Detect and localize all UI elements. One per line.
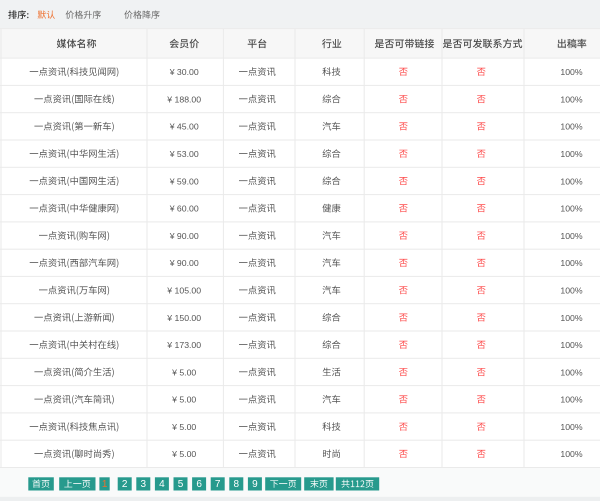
svg-text:100%: 100% <box>560 204 582 214</box>
svg-text:100%: 100% <box>560 395 582 405</box>
svg-text:¥ 45.00: ¥ 45.00 <box>169 122 199 132</box>
svg-text:3: 3 <box>141 479 147 490</box>
svg-text:¥ 90.00: ¥ 90.00 <box>169 231 199 241</box>
svg-text:100%: 100% <box>560 313 582 323</box>
svg-text:100%: 100% <box>560 367 582 377</box>
svg-text:6: 6 <box>196 479 202 490</box>
svg-text:5: 5 <box>178 479 184 490</box>
svg-text:100%: 100% <box>560 67 582 77</box>
svg-text:¥ 105.00: ¥ 105.00 <box>166 286 201 296</box>
svg-text:9: 9 <box>252 479 258 490</box>
svg-text:1: 1 <box>102 479 108 490</box>
svg-text:¥ 5.00: ¥ 5.00 <box>171 449 196 459</box>
svg-text:¥ 60.00: ¥ 60.00 <box>169 204 199 214</box>
svg-text:¥ 53.00: ¥ 53.00 <box>169 149 199 159</box>
svg-text:8: 8 <box>234 479 240 490</box>
svg-text:100%: 100% <box>560 149 582 159</box>
svg-text:100%: 100% <box>560 286 582 296</box>
svg-text:¥ 30.00: ¥ 30.00 <box>169 67 199 77</box>
svg-text:¥ 59.00: ¥ 59.00 <box>169 176 199 186</box>
svg-text:100%: 100% <box>560 231 582 241</box>
svg-text:100%: 100% <box>560 340 582 350</box>
svg-text:100%: 100% <box>560 122 582 132</box>
svg-text:100%: 100% <box>560 94 582 104</box>
svg-text:¥ 5.00: ¥ 5.00 <box>171 422 196 432</box>
svg-text:100%: 100% <box>560 258 582 268</box>
svg-text:¥ 5.00: ¥ 5.00 <box>171 367 196 377</box>
svg-text:100%: 100% <box>560 422 582 432</box>
svg-text:¥ 188.00: ¥ 188.00 <box>166 94 201 104</box>
svg-text:4: 4 <box>159 479 165 490</box>
svg-text:100%: 100% <box>560 449 582 459</box>
svg-text:¥ 150.00: ¥ 150.00 <box>166 313 201 323</box>
svg-text:¥ 173.00: ¥ 173.00 <box>166 340 201 350</box>
svg-text:100%: 100% <box>560 176 582 186</box>
svg-text:¥ 5.00: ¥ 5.00 <box>171 395 196 405</box>
svg-text:7: 7 <box>215 479 221 490</box>
svg-text:2: 2 <box>122 479 128 490</box>
svg-text:¥ 90.00: ¥ 90.00 <box>169 258 199 268</box>
